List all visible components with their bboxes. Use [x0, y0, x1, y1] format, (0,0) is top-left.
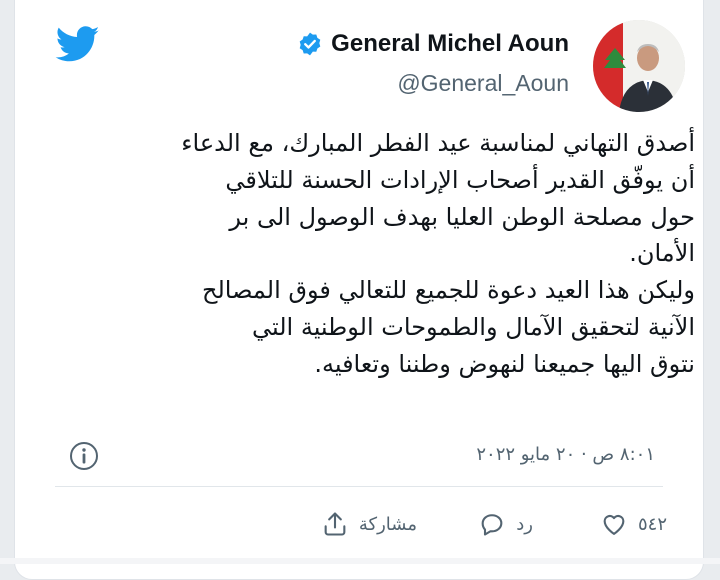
reply-bubble-icon — [481, 514, 503, 536]
account-name-row[interactable]: General Michel Aoun — [297, 30, 569, 58]
display-name[interactable]: General Michel Aoun — [331, 30, 569, 58]
share-upload-icon — [324, 512, 346, 536]
share-label: مشاركة — [358, 513, 417, 535]
like-button[interactable]: ٥٤٢ — [600, 510, 667, 538]
tweet-line: وليكن هذا العيد دعوة للجميع للتعالي فوق … — [202, 276, 695, 305]
account-handle[interactable]: @General_Aoun — [397, 70, 569, 97]
tweet-text: أصدق التهاني لمناسبة عيد الفطر المبارك، … — [55, 125, 695, 383]
share-button[interactable]: مشاركة — [321, 510, 417, 538]
reply-label: رد — [516, 513, 533, 535]
tweet-line: أصدق التهاني لمناسبة عيد الفطر المبارك، … — [181, 129, 695, 157]
bottom-edge — [0, 558, 720, 564]
reply-button[interactable]: رد — [478, 510, 533, 538]
info-icon[interactable] — [69, 441, 99, 471]
like-count: ٥٤٢ — [637, 513, 667, 535]
tweet-actions: ٥٤٢ رد مشاركة — [15, 500, 703, 550]
twitter-bird-icon[interactable] — [51, 22, 105, 66]
tweet-card: General Michel Aoun @General_Aoun أصدق ا… — [14, 0, 704, 580]
avatar[interactable] — [593, 20, 685, 112]
tweet-line: نتوق اليها جميعنا لنهوض وطننا وتعافيه. — [314, 349, 695, 378]
tweet-line: أن يوفّق القدير أصحاب الإرادات الحسنة لل… — [225, 165, 695, 194]
divider — [55, 486, 663, 487]
verified-badge-icon — [297, 31, 323, 57]
tweet-line: الآنية لتحقيق الآمال والطموحات الوطنية ا… — [251, 312, 695, 341]
heart-icon — [603, 514, 625, 535]
tweet-timestamp[interactable]: ٨:٠١ ص · ٢٠ مايو ٢٠٢٢ — [476, 444, 655, 465]
tweet-line: الأمان. — [629, 239, 695, 268]
tweet-line: حول مصلحة الوطن العليا بهدف الوصول الى ب… — [229, 202, 695, 231]
